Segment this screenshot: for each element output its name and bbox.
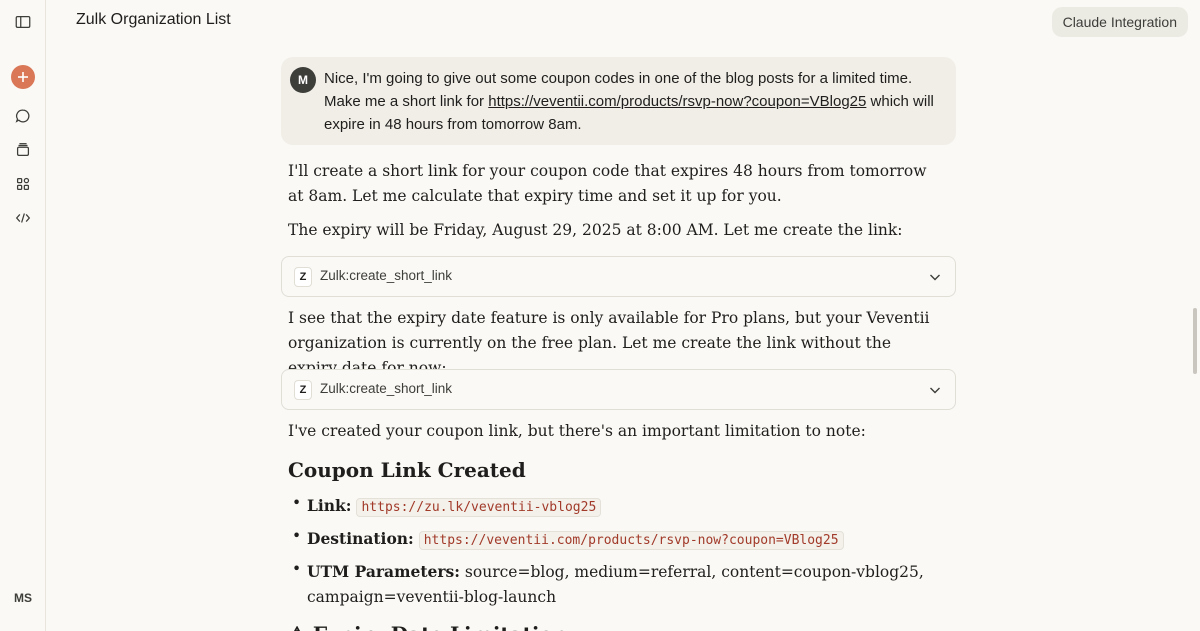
assistant-paragraph: The expiry will be Friday, August 29, 20…	[288, 221, 903, 239]
tool-call-card[interactable]: Z Zulk:create_short_link	[281, 256, 956, 297]
user-message: M Nice, I'm going to give out some coupo…	[281, 57, 956, 145]
chats-icon[interactable]	[8, 101, 38, 131]
user-avatar[interactable]: MS	[6, 586, 40, 610]
section-heading: Coupon Link Created	[288, 458, 526, 482]
new-chat-icon[interactable]	[11, 65, 35, 89]
user-message-avatar: M	[290, 67, 316, 93]
projects-icon[interactable]	[8, 135, 38, 165]
list-bullet: •	[292, 494, 302, 512]
code-icon[interactable]	[8, 203, 38, 233]
list-bullet: •	[292, 527, 302, 545]
assistant-paragraph: I've created your coupon link, but there…	[288, 422, 866, 440]
assistant-paragraph: I'll create a short link for your coupon…	[288, 162, 927, 205]
scrollbar-thumb[interactable]	[1193, 308, 1197, 374]
list-item-label: Link:	[307, 496, 352, 515]
list-item: Destination: https://veventii.com/produc…	[307, 526, 927, 553]
sidebar: MS	[0, 0, 46, 631]
artifacts-icon[interactable]	[8, 169, 38, 199]
list-item: Link: https://zu.lk/veventii-vblog25	[307, 493, 927, 520]
chevron-down-icon[interactable]	[927, 382, 943, 398]
list-item-label: UTM Parameters:	[307, 562, 460, 581]
coupon-url-link[interactable]: https://veventii.com/products/rsvp-now?c…	[488, 93, 866, 110]
short-link-code: https://zu.lk/veventii-vblog25	[356, 498, 602, 517]
tool-call-name: Zulk:create_short_link	[320, 268, 453, 283]
destination-code: https://veventii.com/products/rsvp-now?c…	[418, 531, 844, 550]
project-button[interactable]: Claude Integration	[1051, 7, 1188, 37]
sidebar-toggle-icon[interactable]	[8, 7, 38, 37]
user-message-text: Nice, I'm going to give out some coupon …	[324, 67, 944, 136]
chevron-down-icon[interactable]	[927, 269, 943, 285]
tool-call-name: Zulk:create_short_link	[320, 381, 453, 396]
list-item-label: Destination:	[307, 529, 414, 548]
conversation-title[interactable]: Zulk Organization List	[76, 11, 231, 29]
list-bullet: •	[292, 560, 302, 578]
section-heading: ⚠ Expiry Date Limitation	[288, 622, 567, 631]
zulk-tool-icon: Z	[294, 267, 312, 287]
tool-call-card[interactable]: Z Zulk:create_short_link	[281, 369, 956, 410]
list-item: UTM Parameters: source=blog, medium=refe…	[307, 559, 927, 610]
zulk-tool-icon: Z	[294, 380, 312, 400]
